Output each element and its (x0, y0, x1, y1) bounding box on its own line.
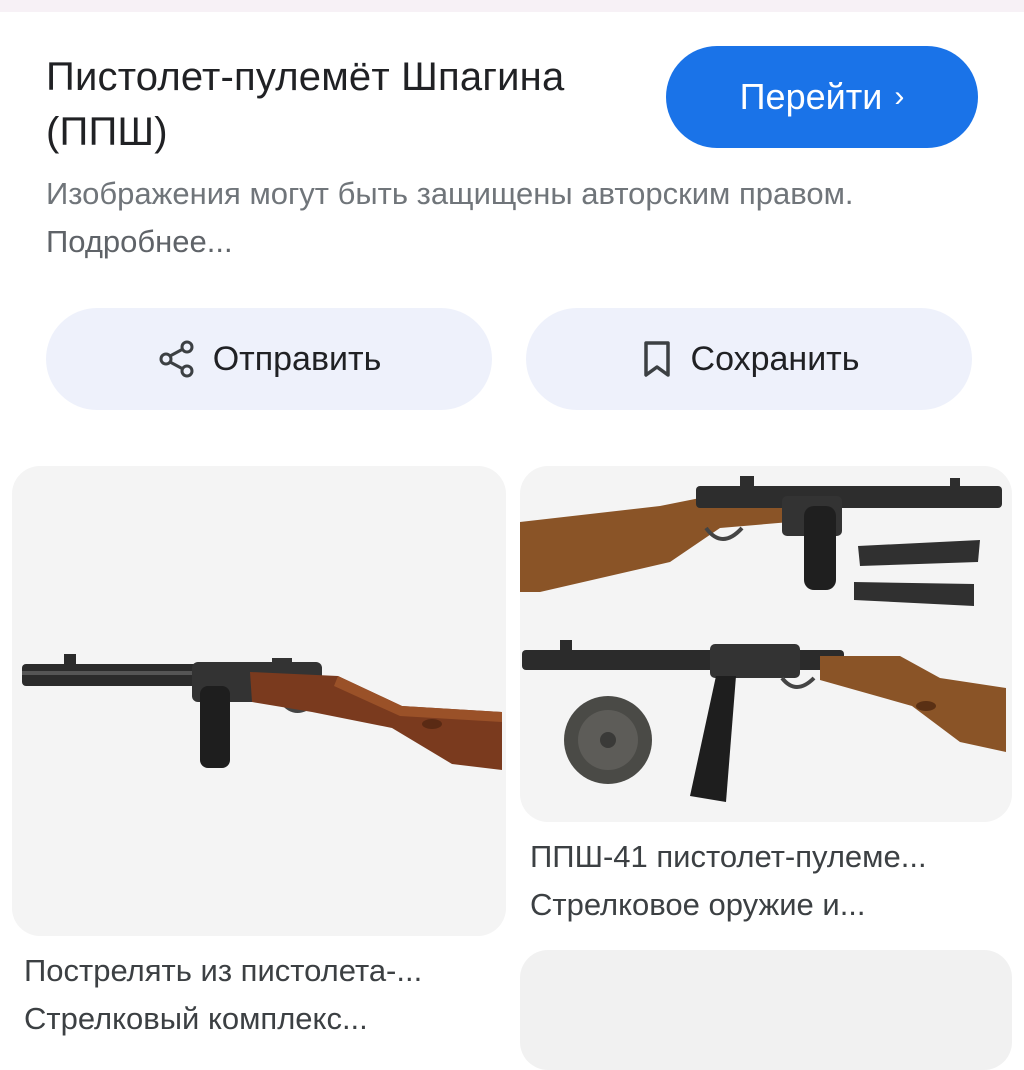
bookmark-icon (643, 341, 670, 377)
result-image-2[interactable] (520, 466, 1012, 822)
copyright-notice: Изображения могут быть защищены авторски… (46, 170, 946, 266)
page-title: Пистолет-пулемёт Шпагина (ППШ) (46, 55, 565, 154)
more-link[interactable]: Подробнее... (46, 224, 233, 259)
chevron-right-icon: › (894, 80, 905, 113)
save-button[interactable]: Сохранить (526, 308, 972, 410)
ppsh-variants-image (520, 476, 1006, 802)
result-image-4[interactable] (520, 950, 1012, 1070)
result-image-1[interactable] (12, 466, 506, 936)
top-edge-strip (0, 0, 1024, 12)
result-source-1: Стрелковый комплекс... (24, 1001, 368, 1036)
result-source-2: Стрелковое оружие и... (530, 887, 866, 922)
result-title-1[interactable]: Пострелять из пистолета-... (24, 948, 494, 994)
copyright-text: Изображения могут быть защищены авторски… (46, 176, 854, 211)
save-button-label: Сохранить (690, 339, 860, 378)
go-button-label: Перейти (739, 76, 883, 117)
share-button[interactable]: Отправить (46, 308, 492, 410)
ppsh-rifle-image (22, 654, 502, 770)
result-title-2[interactable]: ППШ-41 пистолет-пулеме... (530, 834, 1000, 880)
share-button-label: Отправить (212, 339, 382, 378)
share-icon (159, 340, 194, 378)
go-button[interactable]: Перейти › (666, 46, 978, 148)
